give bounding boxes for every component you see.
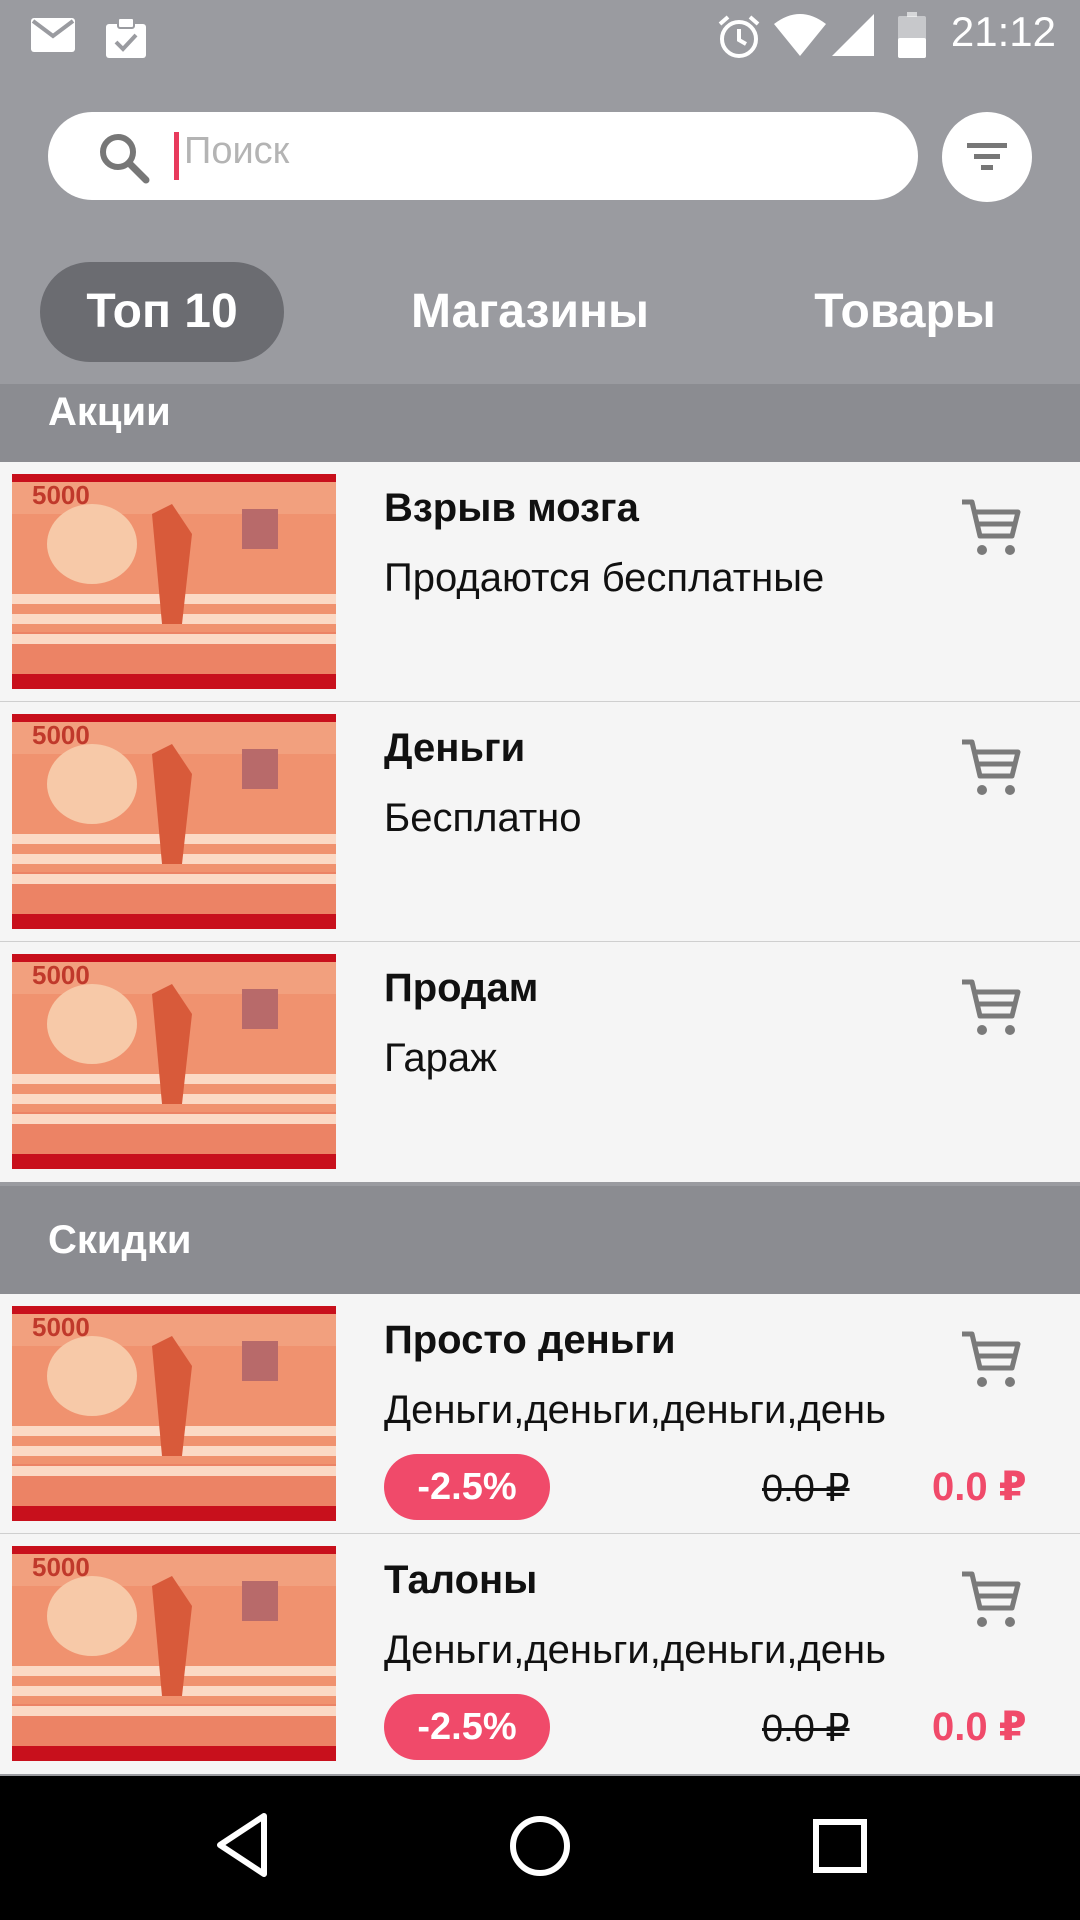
cart-icon[interactable] [960, 738, 1022, 803]
home-icon[interactable] [508, 1814, 572, 1883]
tab-shops[interactable]: Магазины [380, 262, 680, 362]
item-description: Деньги,деньги,деньги,день [384, 1388, 886, 1432]
signal-icon [832, 14, 874, 61]
new-price: 0.0 ₽ [932, 1705, 1027, 1749]
item-title: Просто деньги [384, 1318, 676, 1362]
banknote-image: 5000 [12, 1546, 336, 1761]
status-bar: 21:12 [0, 0, 1080, 76]
list-item[interactable]: 5000 Талоны Деньги,деньги,деньги,день -2… [0, 1534, 1080, 1774]
list-item[interactable]: 5000 Продам Гараж [0, 942, 1080, 1182]
filter-button[interactable] [942, 112, 1032, 202]
item-title: Деньги [384, 726, 526, 770]
promotions-list: 5000 Взрыв мозга Продаются бесплатные 50… [0, 462, 1080, 1182]
cart-icon[interactable] [960, 1570, 1022, 1635]
svg-text:5000: 5000 [32, 720, 90, 750]
cart-icon[interactable] [960, 498, 1022, 563]
item-title: Взрыв мозга [384, 486, 639, 530]
item-title: Продам [384, 966, 539, 1010]
old-price: 0.0 ₽ [762, 1468, 850, 1510]
status-time: 21:12 [950, 8, 1056, 55]
item-description: Гараж [384, 1036, 497, 1080]
search-bar[interactable]: Поиск [48, 112, 918, 200]
battery-icon [898, 12, 926, 63]
item-description: Бесплатно [384, 796, 582, 840]
back-icon[interactable] [212, 1810, 272, 1885]
search-icon [98, 132, 150, 189]
section-header-promotions: Акции [0, 384, 1080, 462]
svg-text:5000: 5000 [32, 480, 90, 510]
cart-icon[interactable] [960, 1330, 1022, 1395]
list-item[interactable]: 5000 Взрыв мозга Продаются бесплатные [0, 462, 1080, 702]
new-price: 0.0 ₽ [932, 1465, 1027, 1509]
banknote-image: 5000 [12, 954, 336, 1169]
wifi-icon [774, 12, 826, 61]
discount-badge: -2.5% [384, 1694, 550, 1760]
system-nav-bar [0, 1776, 1080, 1920]
discount-badge: -2.5% [384, 1454, 550, 1520]
search-input[interactable]: Поиск [184, 130, 289, 173]
svg-text:5000: 5000 [32, 1312, 90, 1342]
app-screen: 21:12 Поиск Топ 10 Магазины Товары Акции [0, 0, 1080, 1920]
text-cursor [174, 132, 179, 180]
item-description: Деньги,деньги,деньги,день [384, 1628, 886, 1672]
discounts-list: 5000 Просто деньги Деньги,деньги,деньги,… [0, 1294, 1080, 1774]
old-price: 0.0 ₽ [762, 1708, 850, 1750]
tab-top-10[interactable]: Топ 10 [40, 262, 284, 362]
banknote-image: 5000 [12, 1306, 336, 1521]
alarm-icon [716, 14, 762, 65]
banknote-image: 5000 [12, 714, 336, 929]
item-description: Продаются бесплатные [384, 556, 825, 600]
item-title: Талоны [384, 1558, 538, 1602]
cart-icon[interactable] [960, 978, 1022, 1043]
clipboard-check-icon [104, 16, 148, 65]
banknote-image: 5000 [12, 474, 336, 689]
section-header-discounts: Скидки [0, 1186, 1080, 1294]
list-item[interactable]: 5000 Просто деньги Деньги,деньги,деньги,… [0, 1294, 1080, 1534]
list-item[interactable]: 5000 Деньги Бесплатно [0, 702, 1080, 942]
recents-icon[interactable] [812, 1818, 868, 1879]
svg-text:5000: 5000 [32, 1552, 90, 1582]
tab-goods[interactable]: Товары [780, 262, 1030, 362]
mail-icon [30, 16, 76, 59]
filter-icon [967, 143, 1007, 170]
svg-text:5000: 5000 [32, 960, 90, 990]
